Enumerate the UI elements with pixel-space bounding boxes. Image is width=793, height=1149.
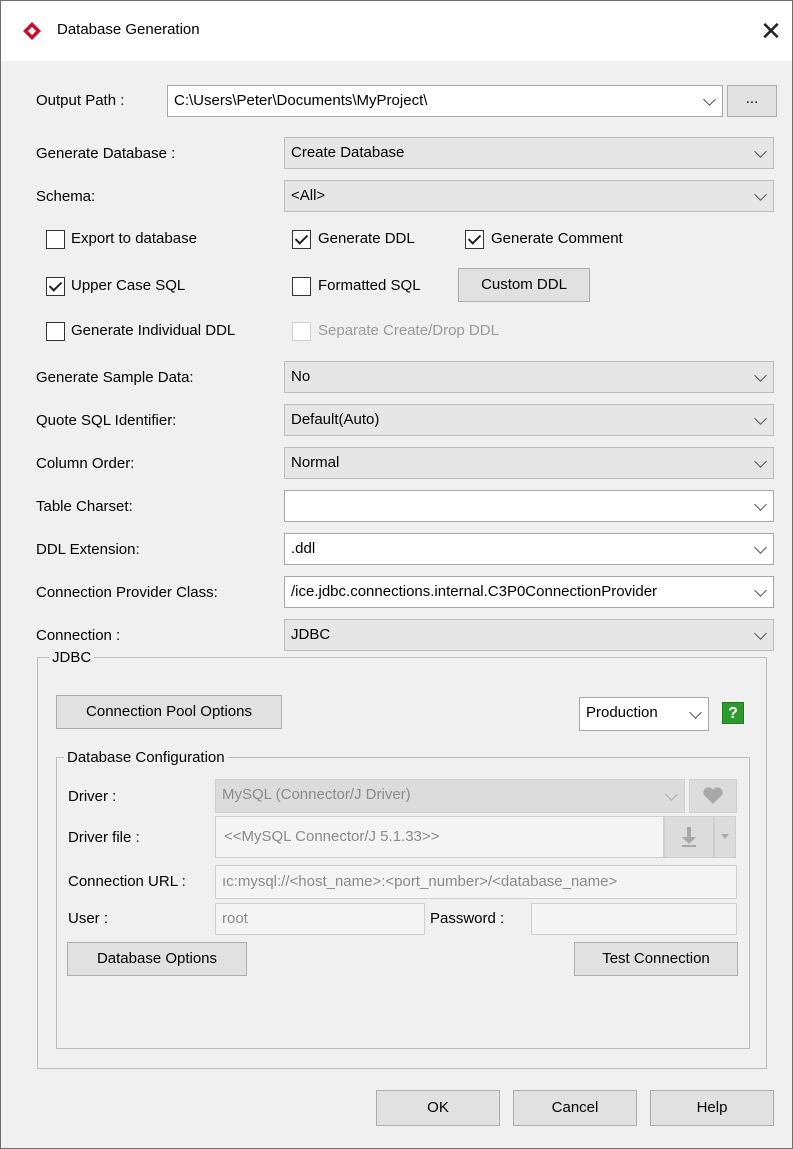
export-to-database-label: Export to database — [71, 230, 197, 247]
close-icon[interactable]: ✕ — [756, 13, 786, 49]
connection-url-field[interactable]: ıc:mysql://<host_name>:<port_number>/<da… — [215, 865, 737, 899]
table-charset-combo[interactable] — [284, 490, 774, 522]
chevron-down-icon — [754, 412, 767, 425]
connection-provider-class-combo[interactable]: /ice.jdbc.connections.internal.C3P0Conne… — [284, 576, 774, 608]
driver-file-field[interactable]: <<MySQL Connector/J 5.1.33>> — [215, 816, 664, 858]
chevron-down-icon — [754, 369, 767, 382]
environment-select[interactable]: Production — [579, 697, 709, 731]
separate-create-drop-ddl-label: Separate Create/Drop DDL — [318, 322, 499, 339]
table-charset-label: Table Charset: — [36, 498, 133, 515]
generate-sample-data-label: Generate Sample Data: — [36, 369, 194, 386]
generate-sample-data-select[interactable]: No — [284, 361, 774, 393]
ddl-extension-value: .ddl — [291, 540, 316, 557]
jdbc-group-title: JDBC — [49, 648, 95, 668]
generate-comment-label: Generate Comment — [491, 230, 623, 247]
user-field[interactable]: root — [215, 903, 425, 935]
connection-provider-class-value: /ice.jdbc.connections.internal.C3P0Conne… — [291, 583, 658, 600]
favorite-driver-button[interactable] — [689, 779, 737, 813]
help-icon[interactable]: ? — [722, 702, 744, 724]
generate-comment-checkbox[interactable] — [465, 230, 484, 249]
ddl-extension-combo[interactable]: .ddl — [284, 533, 774, 565]
chevron-down-icon — [665, 788, 678, 801]
ddl-extension-label: DDL Extension: — [36, 541, 140, 558]
cancel-button[interactable]: Cancel — [513, 1090, 637, 1126]
connection-pool-options-button[interactable]: Connection Pool Options — [56, 695, 282, 729]
connection-select[interactable]: JDBC — [284, 619, 774, 651]
schema-select[interactable]: <All> — [284, 180, 774, 212]
quote-sql-identifier-label: Quote SQL Identifier: — [36, 412, 177, 429]
output-path-value: C:\Users\Peter\Documents\MyProject\ — [174, 92, 428, 109]
ok-button[interactable]: OK — [376, 1090, 500, 1126]
connection-label: Connection : — [36, 627, 121, 644]
schema-value: <All> — [291, 187, 326, 204]
output-path-combo[interactable]: C:\Users\Peter\Documents\MyProject\ — [167, 85, 723, 117]
password-field[interactable] — [531, 903, 737, 935]
driver-file-label: Driver file : — [68, 829, 140, 846]
schema-label: Schema: — [36, 188, 96, 205]
quote-sql-identifier-select[interactable]: Default(Auto) — [284, 404, 774, 436]
database-configuration-title: Database Configuration — [64, 748, 228, 768]
formatted-sql-checkbox[interactable] — [292, 277, 311, 296]
help-button[interactable]: Help — [650, 1090, 774, 1126]
generate-database-select[interactable]: Create Database — [284, 137, 774, 169]
generate-database-value: Create Database — [291, 144, 405, 161]
column-order-label: Column Order: — [36, 455, 135, 472]
chevron-down-icon — [754, 145, 767, 158]
connection-url-label: Connection URL : — [68, 873, 186, 890]
export-to-database-checkbox[interactable] — [46, 230, 65, 249]
chevron-down-icon — [689, 706, 702, 719]
generate-individual-ddl-checkbox[interactable] — [46, 322, 65, 341]
quote-sql-identifier-value: Default(Auto) — [291, 411, 380, 428]
connection-provider-class-label: Connection Provider Class: — [36, 584, 218, 601]
download-driver-button[interactable] — [664, 816, 714, 858]
chevron-down-icon — [754, 584, 767, 597]
chevron-down-icon — [754, 627, 767, 640]
app-logo-icon — [22, 21, 42, 41]
generate-sample-data-value: No — [291, 368, 311, 385]
driver-select[interactable]: MySQL (Connector/J Driver) — [215, 779, 685, 813]
test-connection-button[interactable]: Test Connection — [574, 942, 738, 976]
output-path-label: Output Path : — [36, 92, 125, 109]
browse-button[interactable]: ... — [727, 85, 777, 117]
column-order-select[interactable]: Normal — [284, 447, 774, 479]
heart-icon — [703, 787, 723, 804]
chevron-down-icon — [754, 498, 767, 511]
generate-ddl-checkbox[interactable] — [292, 230, 311, 249]
generate-database-label: Generate Database : — [36, 145, 176, 162]
custom-ddl-button[interactable]: Custom DDL — [458, 268, 590, 302]
window-title: Database Generation — [57, 21, 200, 38]
column-order-value: Normal — [291, 454, 340, 471]
environment-value: Production — [586, 704, 658, 721]
download-icon — [682, 827, 696, 847]
generate-individual-ddl-label: Generate Individual DDL — [71, 322, 236, 339]
formatted-sql-label: Formatted SQL — [318, 277, 421, 294]
user-label: User : — [68, 910, 109, 927]
password-label: Password : — [430, 910, 505, 927]
database-options-button[interactable]: Database Options — [67, 942, 247, 976]
chevron-down-icon — [703, 93, 716, 106]
separate-create-drop-ddl-checkbox[interactable] — [292, 322, 311, 341]
driver-label: Driver : — [68, 788, 117, 805]
connection-value: JDBC — [291, 626, 331, 643]
caret-down-icon — [721, 834, 729, 839]
upper-case-sql-checkbox[interactable] — [46, 277, 65, 296]
upper-case-sql-label: Upper Case SQL — [71, 277, 186, 294]
chevron-down-icon — [754, 455, 767, 468]
chevron-down-icon — [754, 541, 767, 554]
generate-ddl-label: Generate DDL — [318, 230, 415, 247]
driver-value: MySQL (Connector/J Driver) — [222, 786, 411, 803]
download-options-button[interactable] — [714, 816, 736, 858]
chevron-down-icon — [754, 188, 767, 201]
